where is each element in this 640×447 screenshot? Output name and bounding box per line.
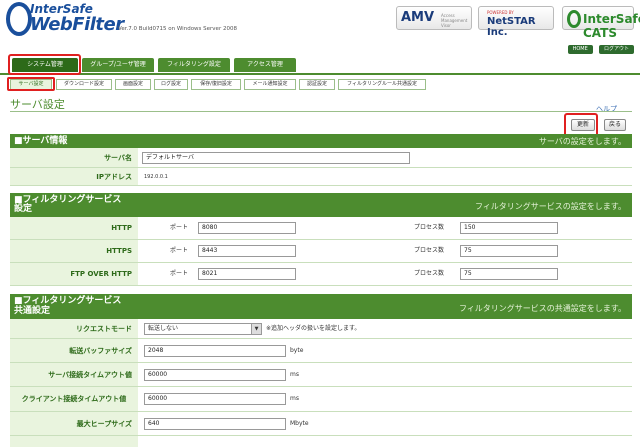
filtering-service-title-2: 設定 [14, 204, 33, 214]
server-timeout-label: サーバ接続タイムアウト値 [10, 363, 138, 386]
protocol-label-ftp: FTP OVER HTTP [10, 263, 138, 285]
amv-sub: Access Management Visor [441, 13, 468, 28]
filtering-service-header: ■フィルタリングサービス 設定 フィルタリングサービスの設定をします。 [10, 193, 632, 217]
heap-row: 最大ヒープサイズ 640 Mbyte [10, 412, 632, 436]
chevron-down-icon: ▼ [251, 324, 261, 334]
server-info-desc: サーバの設定をします。 [538, 137, 626, 146]
subtab-screen-settings[interactable]: 画面設定 [115, 79, 151, 90]
request-mode-label: リクエストモード [10, 319, 138, 338]
logo-line2: WebFilter [30, 14, 124, 35]
update-button[interactable]: 更新 [571, 119, 595, 131]
server-timeout-input[interactable]: 60000 [144, 369, 286, 381]
buffer-row: 転送バッファサイズ 2048 byte [10, 339, 632, 363]
common-settings-title-2: 共通設定 [14, 306, 51, 316]
port-label: ポート [170, 270, 189, 277]
heap-input[interactable]: 640 [144, 418, 286, 430]
server-info-header: ■サーバ情報 サーバの設定をします。 [10, 134, 632, 148]
request-mode-row: リクエストモード 転送しない ▼ ※追加ヘッダの扱いを設定します。 [10, 319, 632, 339]
ip-row: IPアドレス 192.0.0.1 [10, 168, 632, 186]
https-process-input[interactable]: 75 [460, 245, 558, 257]
tab-access-management[interactable]: アクセス管理 [234, 58, 296, 72]
request-mode-value: 転送しない [148, 325, 179, 332]
amv-banner[interactable]: AMV Access Management Visor [396, 6, 472, 30]
buffer-label: 転送バッファサイズ [10, 339, 138, 362]
client-timeout-unit: ms [290, 395, 299, 402]
common-settings-header: ■フィルタリングサービス 共通設定 フィルタリングサービスの共通設定をします。 [10, 294, 632, 319]
client-timeout-label: クライアント接続タイムアウト値 [10, 387, 138, 411]
common-settings-desc: フィルタリングサービスの共通設定をします。 [458, 304, 626, 313]
filtering-service-desc: フィルタリングサービスの設定をします。 [474, 202, 626, 211]
logo-mark-icon [6, 2, 32, 36]
title-divider [10, 111, 632, 112]
next-row-partial [10, 436, 632, 447]
subtab-mail-notification[interactable]: メール通知設定 [244, 79, 296, 90]
page-title: サーバ設定 [10, 98, 65, 111]
intersafe-logo: InterSafe WebFilter [6, 2, 126, 38]
back-button[interactable]: 戻る [604, 119, 626, 131]
common-settings-title-1: ■フィルタリングサービス [14, 296, 122, 306]
next-row-label [10, 436, 138, 447]
sub-tabs: サーバ設定 ダウンロード設定 画面設定 ログ設定 保存/復旧設定 メール通知設定… [0, 78, 640, 92]
netstar-top: POWERED BY [487, 10, 514, 15]
netstar-banner[interactable]: POWERED BY NetSTAR Inc. [478, 6, 554, 38]
protocol-row-ftp: FTP OVER HTTP ポート 8021 プロセス数 75 [10, 263, 632, 286]
http-port-input[interactable]: 8080 [198, 222, 296, 234]
subtab-filter-rule-common[interactable]: フィルタリングルール共通設定 [338, 79, 426, 90]
server-timeout-unit: ms [290, 371, 299, 378]
protocol-row-https: HTTPS ポート 8443 プロセス数 75 [10, 240, 632, 263]
help-link[interactable]: ヘルプ [596, 104, 617, 114]
server-info-title: ■サーバ情報 [14, 136, 68, 146]
request-mode-note: ※追加ヘッダの扱いを設定します。 [266, 325, 361, 332]
server-name-label: サーバ名 [10, 148, 138, 167]
protocol-label-http: HTTP [10, 217, 138, 239]
tab-group-user-management[interactable]: グループ/ユーザ管理 [82, 58, 154, 72]
main-tabs: システム管理 グループ/ユーザ管理 フィルタリング設定 アクセス管理 [0, 55, 640, 75]
highlight-sub-tab [7, 77, 55, 91]
process-label: プロセス数 [414, 270, 445, 277]
subtab-auth-settings[interactable]: 認証設定 [299, 79, 335, 90]
tab-filtering-settings[interactable]: フィルタリング設定 [158, 58, 230, 72]
request-mode-select[interactable]: 転送しない ▼ [144, 323, 262, 335]
ftp-process-input[interactable]: 75 [460, 268, 558, 280]
subtab-download-settings[interactable]: ダウンロード設定 [56, 79, 112, 90]
highlight-main-tab [8, 54, 81, 75]
heap-label: 最大ヒープサイズ [10, 412, 138, 435]
amv-logo: AMV [401, 10, 435, 25]
process-label: プロセス数 [414, 247, 445, 254]
subtab-log-settings[interactable]: ログ設定 [154, 79, 188, 90]
top-links: HOME ログアウト [564, 44, 634, 54]
port-label: ポート [170, 224, 189, 231]
client-timeout-input[interactable]: 60000 [144, 393, 286, 405]
protocol-label-https: HTTPS [10, 240, 138, 262]
app-header: InterSafe WebFilter Ver.7.0 Build0715 on… [0, 0, 640, 42]
ftp-port-input[interactable]: 8021 [198, 268, 296, 280]
version-text: Ver.7.0 Build0715 on Windows Server 2008 [118, 26, 237, 32]
server-timeout-row: サーバ接続タイムアウト値 60000 ms [10, 363, 632, 387]
server-name-input[interactable]: デフォルトサーバ [142, 152, 410, 164]
http-process-input[interactable]: 150 [460, 222, 558, 234]
cats-logo: InterSafe CATS [583, 12, 640, 40]
ip-label: IPアドレス [10, 168, 138, 185]
port-label: ポート [170, 247, 189, 254]
buffer-unit: byte [290, 347, 304, 354]
client-timeout-row: クライアント接続タイムアウト値 60000 ms [10, 387, 632, 412]
netstar-logo: NetSTAR Inc. [487, 16, 536, 38]
cats-mark-icon [567, 10, 581, 28]
cats-banner[interactable]: InterSafe CATS [562, 6, 640, 40]
logout-button[interactable]: ログアウト [598, 45, 634, 54]
process-label: プロセス数 [414, 224, 445, 231]
buffer-input[interactable]: 2048 [144, 345, 286, 357]
server-name-row: サーバ名 デフォルトサーバ [10, 148, 632, 168]
subtab-backup-restore[interactable]: 保存/復旧設定 [191, 79, 241, 90]
home-button[interactable]: HOME [567, 45, 593, 54]
protocol-row-http: HTTP ポート 8080 プロセス数 150 [10, 217, 632, 240]
heap-unit: Mbyte [290, 420, 309, 427]
ip-value: 192.0.0.1 [144, 174, 168, 180]
https-port-input[interactable]: 8443 [198, 245, 296, 257]
